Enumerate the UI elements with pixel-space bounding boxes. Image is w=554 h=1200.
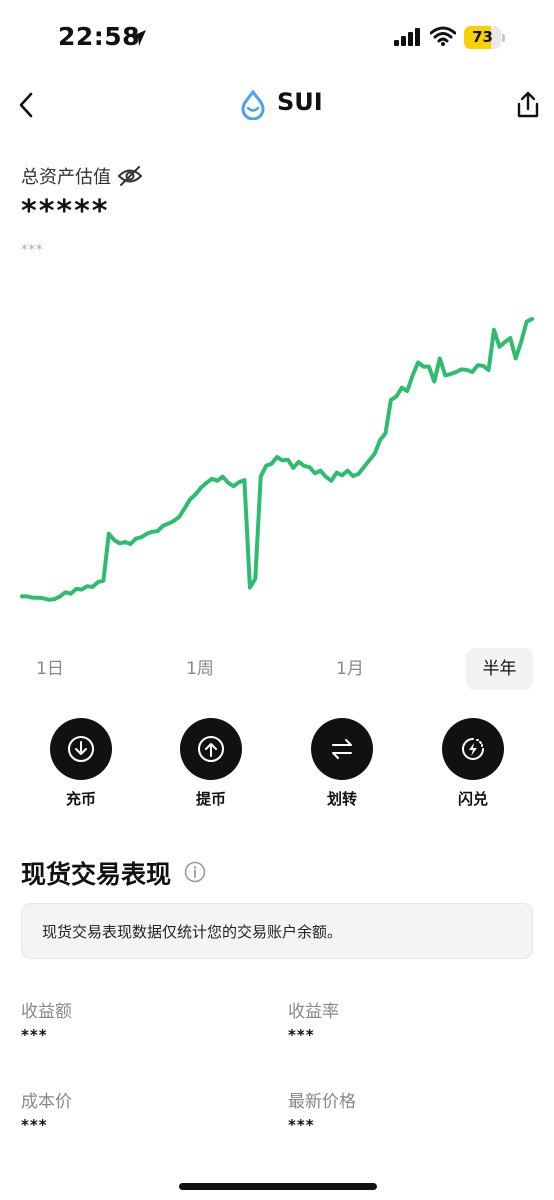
notice-text: 现货交易表现数据仅统计您的交易账户余额。	[42, 923, 343, 941]
withdraw-button[interactable]: 提币	[166, 718, 256, 809]
tab-1-week[interactable]: 1周	[170, 648, 230, 690]
profit-rate-value: ***	[288, 1026, 315, 1044]
cost-price-value: ***	[21, 1116, 48, 1134]
battery-indicator: 73	[464, 26, 506, 49]
tab-half-year[interactable]: 半年	[466, 648, 533, 690]
profit-rate-label: 收益率	[288, 1002, 339, 1022]
asset-line-chart	[20, 317, 534, 602]
latest-price-label: 最新价格	[288, 1092, 356, 1112]
flash-swap-icon	[462, 738, 484, 760]
transfer-label: 划转	[326, 790, 357, 808]
deposit-label: 充币	[65, 790, 96, 808]
home-indicator[interactable]	[179, 1183, 377, 1190]
transfer-icon	[332, 739, 352, 759]
cost-price-label: 成本价	[21, 1092, 72, 1112]
notice-box: 现货交易表现数据仅统计您的交易账户余额。	[21, 903, 533, 959]
location-arrow-icon	[128, 28, 148, 52]
total-asset-sub-value: ***	[21, 243, 44, 258]
flash-swap-label: 闪兑	[457, 790, 488, 808]
withdraw-label: 提币	[195, 790, 226, 808]
info-icon[interactable]	[184, 861, 206, 887]
wifi-icon	[429, 26, 457, 50]
profit-amount-label: 收益额	[21, 1002, 72, 1022]
latest-price-value: ***	[288, 1116, 315, 1134]
sui-logo-icon	[240, 89, 266, 124]
battery-level: 73	[472, 28, 493, 46]
status-bar: 22:58 73	[0, 0, 554, 76]
eye-off-icon[interactable]	[117, 165, 143, 191]
page-title: SUI	[277, 88, 323, 116]
profit-amount-value: ***	[21, 1026, 48, 1044]
chart-series-line	[20, 317, 534, 602]
back-button[interactable]	[12, 90, 42, 120]
nav-bar: SUI	[0, 78, 554, 134]
flash-swap-button[interactable]: 闪兑	[428, 718, 518, 809]
action-buttons: 充币 提币 划转 闪兑	[0, 718, 554, 808]
tab-1-month[interactable]: 1月	[320, 648, 380, 690]
share-button[interactable]	[514, 90, 542, 124]
withdraw-icon	[198, 736, 224, 762]
section-title: 现货交易表现	[21, 860, 172, 889]
deposit-icon	[68, 736, 94, 762]
transfer-button[interactable]: 划转	[297, 718, 387, 809]
chevron-left-icon	[19, 92, 33, 118]
cellular-signal-icon	[394, 28, 422, 50]
tab-1-day[interactable]: 1日	[20, 648, 80, 690]
total-asset-label: 总资产估值	[21, 167, 111, 188]
total-asset-value: *****	[21, 194, 110, 229]
deposit-button[interactable]: 充币	[36, 718, 126, 809]
share-icon	[517, 91, 539, 118]
time-range-tabs: 1日 1周 1月 半年	[0, 648, 554, 690]
